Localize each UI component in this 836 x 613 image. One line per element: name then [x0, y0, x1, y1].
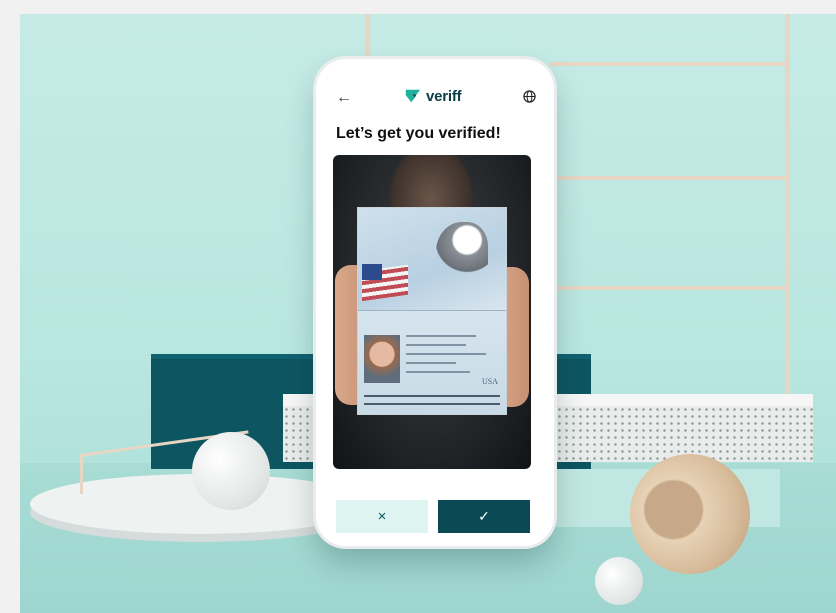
- document-photo-preview: USA: [333, 155, 531, 469]
- brand-name: veriff: [426, 87, 462, 105]
- brand-logo: veriff: [404, 87, 462, 105]
- metal-frame-rung: [550, 176, 790, 180]
- white-sphere-large: [192, 432, 270, 510]
- passport-field: [406, 362, 456, 364]
- passport-portrait: [364, 335, 400, 383]
- passport-country-mark: USA: [481, 377, 498, 386]
- app-header: ← veriff: [316, 87, 554, 111]
- white-sphere-small: [595, 557, 643, 605]
- passport-field: [406, 371, 470, 373]
- globe-icon[interactable]: [523, 90, 536, 103]
- retake-button[interactable]: ×: [336, 500, 428, 533]
- passport-field: [406, 344, 466, 346]
- metal-frame-rung: [550, 62, 790, 66]
- phone-mockup: ← veriff Let’s get you verified! USA × ✓: [316, 59, 554, 546]
- eagle-illustration: [436, 222, 488, 282]
- confirm-button[interactable]: ✓: [438, 500, 530, 533]
- metal-frame-rung: [550, 286, 790, 290]
- passport-document: USA: [357, 207, 507, 415]
- small-frame-post: [80, 454, 83, 494]
- arrow-left-icon[interactable]: ←: [336, 89, 352, 107]
- passport-field: [406, 335, 476, 337]
- flag-canton: [362, 264, 382, 280]
- passport-mrz-line: [364, 403, 500, 405]
- veriff-logo-icon: [405, 89, 421, 103]
- passport-mrz-line: [364, 395, 500, 397]
- passport-field: [406, 353, 486, 355]
- passport-data-page: USA: [358, 311, 506, 414]
- metal-frame-right: [785, 14, 790, 394]
- scene-background: ← veriff Let’s get you verified! USA × ✓: [20, 14, 836, 613]
- page-title: Let’s get you verified!: [336, 125, 501, 142]
- passport-visa-page: [358, 208, 506, 311]
